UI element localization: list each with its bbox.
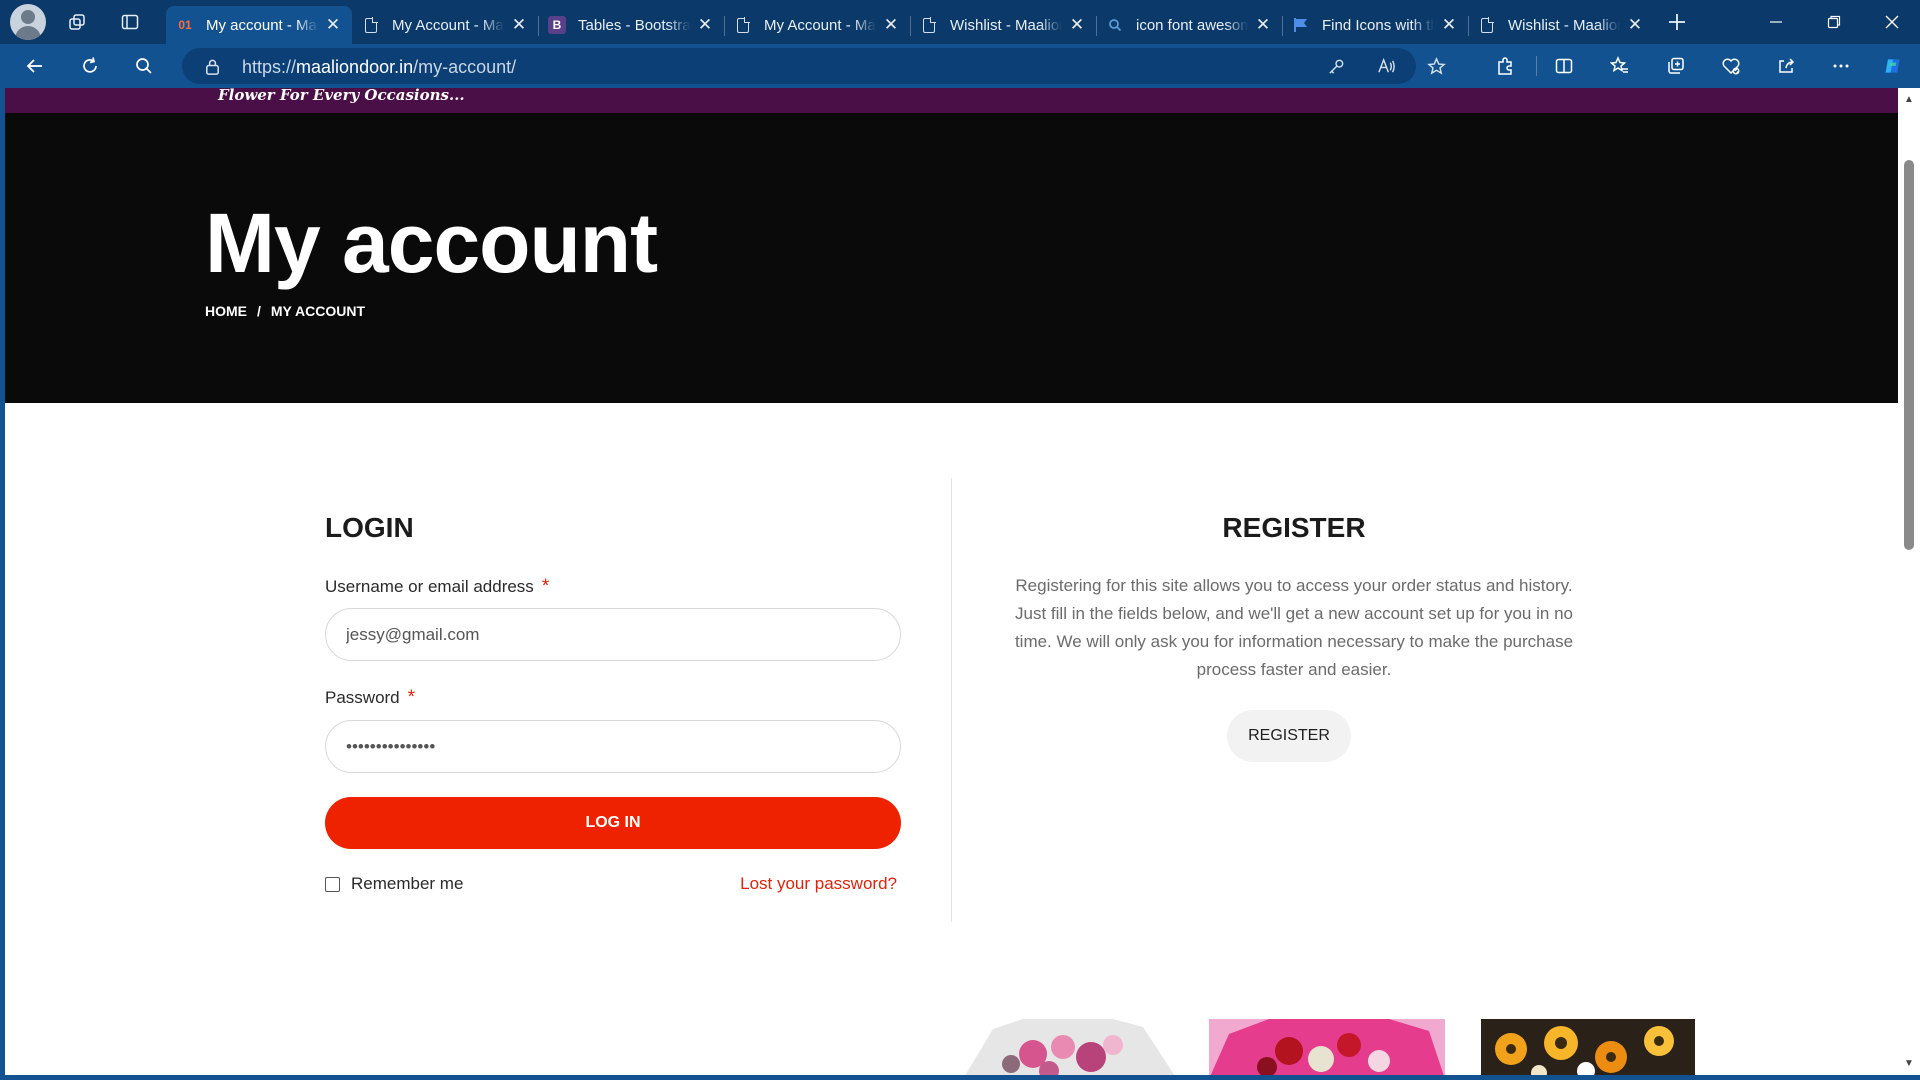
remember-me-row: Remember me <box>325 874 463 894</box>
lost-password-link[interactable]: Lost your password? <box>740 874 897 894</box>
browser-tab-bar: 01 My account - Maaliondoor ✕ My Account… <box>0 0 1920 44</box>
new-tab-icon[interactable] <box>1661 6 1693 38</box>
url-text[interactable]: https://maaliondoor.in/my-account/ <box>242 57 516 78</box>
tab-my-account-2[interactable]: My Account - Maaliondoor ✕ <box>352 6 538 44</box>
close-icon[interactable]: ✕ <box>1440 15 1458 34</box>
close-icon[interactable]: ✕ <box>1254 15 1272 34</box>
tab-wishlist-2[interactable]: Wishlist - Maaliondoor ✕ <box>1468 6 1654 44</box>
tab-find-icons[interactable]: Find Icons with the ✕ <box>1282 6 1468 44</box>
tab-title: Wishlist - Maaliondoor <box>950 16 1062 34</box>
copilot-icon[interactable] <box>1877 50 1909 82</box>
browser-essentials-icon[interactable] <box>1715 50 1747 82</box>
tab-bootstrap-tables[interactable]: B Tables - Bootstrap ✕ <box>538 6 724 44</box>
password-label: Password * <box>325 687 416 708</box>
window-frame-bottom <box>0 1075 1920 1080</box>
register-description: Registering for this site allows you to … <box>1014 576 1574 679</box>
scroll-up-arrow-icon[interactable]: ▲ <box>1903 94 1915 105</box>
more-options-icon[interactable] <box>1825 50 1857 82</box>
split-screen-icon[interactable] <box>1548 50 1580 82</box>
tab-title: Wishlist - Maaliondoor <box>1508 16 1620 34</box>
tab-title: My Account - Maaliondoor <box>392 16 504 34</box>
address-bar[interactable]: https://maaliondoor.in/my-account/ <box>182 48 1446 84</box>
extensions-icon[interactable] <box>1489 50 1521 82</box>
close-icon[interactable]: ✕ <box>696 15 714 34</box>
breadcrumb-current: MY ACCOUNT <box>270 303 366 319</box>
scroll-down-arrow-icon[interactable]: ▼ <box>1903 1058 1915 1069</box>
site-logo-icon: 01 <box>178 18 192 32</box>
document-icon <box>734 16 752 34</box>
profile-avatar[interactable] <box>10 4 46 40</box>
flower-bouquet-image[interactable] <box>963 1019 1177 1075</box>
required-asterisk: * <box>541 576 550 597</box>
tab-wishlist[interactable]: Wishlist - Maaliondoor ✕ <box>910 6 1096 44</box>
promo-bar: Flower For Every Occasions... <box>5 88 1898 113</box>
tab-search-font-awesome[interactable]: icon font awesome ✕ <box>1096 6 1282 44</box>
lock-icon[interactable] <box>196 50 228 82</box>
required-asterisk: * <box>407 687 416 708</box>
search-icon <box>1106 16 1124 34</box>
workspaces-icon[interactable] <box>61 6 93 38</box>
username-input[interactable] <box>325 608 901 661</box>
page-title: My account <box>205 196 658 290</box>
flag-icon <box>1292 16 1310 34</box>
refresh-icon[interactable] <box>74 50 106 82</box>
tab-title: Tables - Bootstrap <box>578 16 690 34</box>
username-label: Username or email address * <box>325 576 550 597</box>
minimize-icon[interactable] <box>1748 0 1804 44</box>
close-icon[interactable]: ✕ <box>324 15 342 34</box>
vertical-tabs-icon[interactable] <box>114 6 146 38</box>
close-icon[interactable]: ✕ <box>510 15 528 34</box>
page-viewport: Flower For Every Occasions... My account… <box>5 88 1898 1075</box>
password-key-icon[interactable] <box>1320 50 1352 82</box>
toolbar-separator <box>1536 56 1537 76</box>
remember-me-label[interactable]: Remember me <box>351 874 463 894</box>
breadcrumb: HOME / MY ACCOUNT <box>205 303 365 319</box>
scrollbar-thumb[interactable] <box>1904 160 1914 550</box>
document-icon <box>362 16 380 34</box>
browser-toolbar: https://maaliondoor.in/my-account/ <box>0 44 1920 88</box>
back-arrow-icon[interactable] <box>19 50 51 82</box>
close-icon[interactable]: ✕ <box>882 15 900 34</box>
close-icon[interactable]: ✕ <box>1068 15 1086 34</box>
login-button[interactable]: LOG IN <box>325 797 901 849</box>
page-scrollbar[interactable]: ▲ ▼ <box>1898 88 1920 1075</box>
page-header: My account HOME / MY ACCOUNT <box>5 113 1898 403</box>
collections-icon[interactable] <box>1660 50 1692 82</box>
tab-strip: 01 My account - Maaliondoor ✕ My Account… <box>166 6 1654 44</box>
column-divider <box>951 478 952 922</box>
restore-icon[interactable] <box>1806 0 1862 44</box>
favorites-icon[interactable] <box>1604 50 1636 82</box>
login-heading: LOGIN <box>325 512 414 543</box>
password-input[interactable] <box>325 720 901 773</box>
flower-bouquet-image[interactable] <box>1209 1019 1445 1075</box>
tab-my-account-3[interactable]: My Account - Maaliondoor ✕ <box>724 6 910 44</box>
tab-my-account[interactable]: 01 My account - Maaliondoor ✕ <box>166 6 352 44</box>
tab-title: icon font awesome <box>1136 16 1248 34</box>
search-icon[interactable] <box>128 50 160 82</box>
favorite-star-icon[interactable] <box>1420 50 1452 82</box>
close-icon[interactable]: ✕ <box>1626 15 1644 34</box>
remember-me-checkbox[interactable] <box>325 876 340 892</box>
share-icon[interactable] <box>1770 50 1802 82</box>
tab-title: My Account - Maaliondoor <box>764 16 876 34</box>
breadcrumb-separator: / <box>257 303 261 319</box>
tab-title: Find Icons with the <box>1322 16 1434 34</box>
document-icon <box>920 16 938 34</box>
read-aloud-icon[interactable] <box>1370 50 1402 82</box>
register-heading: REGISTER <box>1222 512 1366 543</box>
flower-bouquet-image[interactable] <box>1481 1019 1695 1075</box>
tab-title: My account - Maaliondoor <box>206 16 318 34</box>
close-window-icon[interactable] <box>1864 0 1920 44</box>
promo-tagline: Flower For Every Occasions... <box>218 88 465 104</box>
breadcrumb-home-link[interactable]: HOME <box>205 303 247 319</box>
bootstrap-icon: B <box>548 16 566 34</box>
register-button[interactable]: REGISTER <box>1227 710 1351 762</box>
document-icon <box>1478 16 1496 34</box>
